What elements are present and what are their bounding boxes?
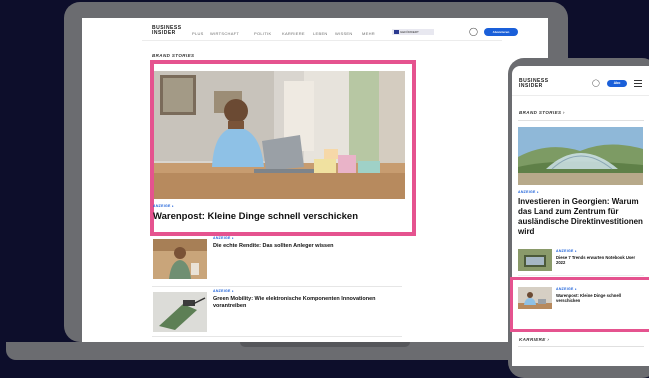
mobile-item-tag: ANZEIGE [556,249,577,253]
mobile-item-tag: ANZEIGE [556,287,577,291]
mobile-item-image-notebook-trends[interactable] [518,249,552,271]
logo-line-2: INSIDER [519,83,543,89]
green-mobility-photo-illustration [153,292,207,332]
mobile-abo-button[interactable]: Abo [607,80,627,87]
hamburger-menu-icon[interactable] [634,80,642,87]
featured-photo-illustration [154,71,405,199]
mobile-hero-tag: ANZEIGE [518,190,539,194]
mobile-user-icon[interactable]: ◯ [592,79,600,87]
desktop-page: BUSINESS INSIDER PLUS WIRTSCHAFT POLITIK… [82,18,548,342]
notebook-photo-illustration [518,249,552,271]
nav-item-leben[interactable]: LEBEN [313,31,328,36]
item-image-rendite[interactable] [153,239,207,279]
nav-item-karriere[interactable]: KARRIERE [282,31,305,36]
list-divider [152,286,402,287]
partner-badge[interactable]: GEFÖRDERT [392,29,434,35]
mobile-section-label-karriere[interactable]: KARRIERE › [519,337,549,342]
item-title-rendite[interactable]: Die echte Rendite: Das sollten Anleger w… [213,243,398,250]
nav-item-politik[interactable]: POLITIK [254,31,271,36]
subscribe-button[interactable]: Abonnieren [484,28,518,36]
mobile-item-image-warenpost[interactable] [518,287,552,309]
section-label-brand-stories[interactable]: BRAND STORIES [152,53,194,58]
site-logo[interactable]: BUSINESS INSIDER [152,26,182,36]
featured-title[interactable]: Warenpost: Kleine Dinge schnell verschic… [153,211,358,222]
warenpost-photo-illustration [518,287,552,309]
rendite-photo-illustration [153,239,207,279]
mobile-section-divider [518,120,644,121]
nav-item-mehr[interactable]: MEHR [362,31,375,36]
mobile-section-label-brand-stories[interactable]: BRAND STORIES › [519,110,565,115]
mobile-header-divider [512,95,649,96]
georgia-photo-illustration [518,127,643,185]
header-divider [142,40,502,41]
nav-item-wirtschaft[interactable]: WIRTSCHAFT [210,31,239,36]
featured-image[interactable] [154,71,405,199]
laptop-notch [240,342,410,347]
item-tag: ANZEIGE [213,236,234,240]
nav-item-plus[interactable]: PLUS [192,31,204,36]
item-tag: ANZEIGE [213,289,234,293]
item-title-green-mobility[interactable]: Green Mobility: Wie elektronische Kompon… [213,296,398,311]
mobile-hero-image[interactable] [518,127,643,185]
mobile-item-title-notebook-trends[interactable]: Diese 7 Trends erwarten Notebook User 20… [556,255,636,266]
nav-item-wissen[interactable]: WISSEN [335,31,353,36]
list-divider [152,336,402,337]
mobile-section-divider [518,346,644,347]
logo-line-2: INSIDER [152,30,176,36]
mobile-list-divider [518,275,644,276]
item-image-green-mobility[interactable] [153,292,207,332]
mobile-item-title-warenpost[interactable]: Warenpost: Kleine Dinge schnell verschic… [556,293,636,304]
mobile-site-logo[interactable]: BUSINESS INSIDER [519,79,549,89]
user-icon[interactable]: ◯ [469,27,478,36]
mobile-hero-title[interactable]: Investieren in Georgien: Warum das Land … [518,197,649,237]
featured-tag: ANZEIGE [153,204,174,208]
